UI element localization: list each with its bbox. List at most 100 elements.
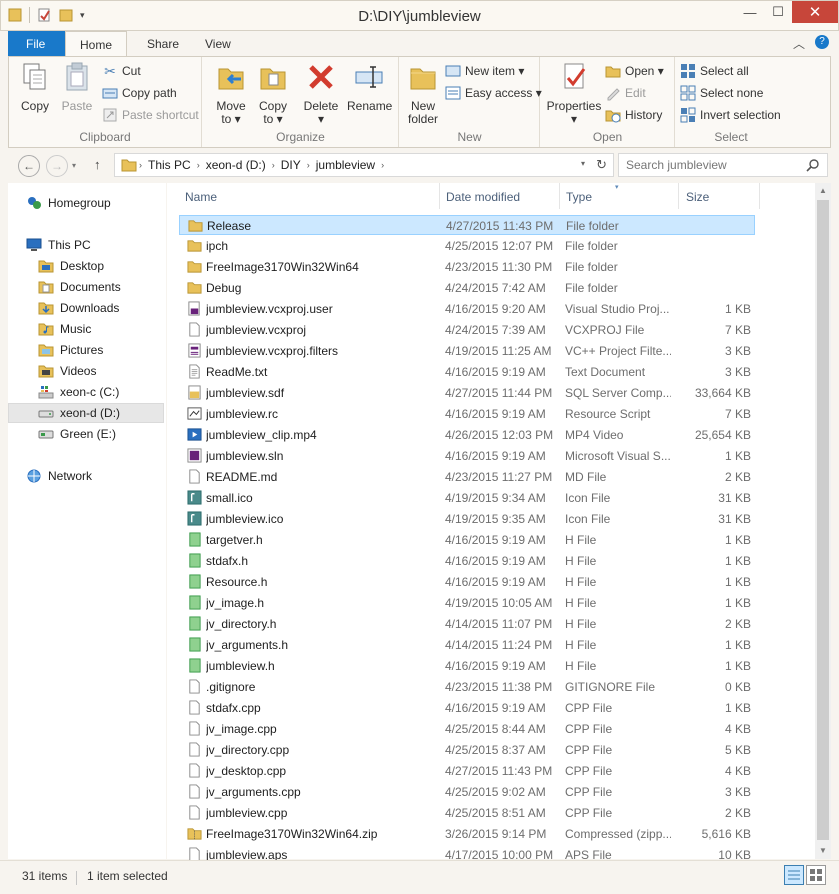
copy-button[interactable]: Copy: [17, 61, 53, 113]
column-divider[interactable]: [759, 183, 760, 209]
collapse-ribbon-icon[interactable]: ︿: [793, 35, 805, 52]
cut-button[interactable]: ✂ Cut: [102, 63, 141, 79]
file-row[interactable]: Release 4/27/2015 11:43 PM File folder: [179, 215, 755, 235]
tab-view[interactable]: View: [191, 31, 245, 56]
close-button[interactable]: ✕: [792, 1, 838, 23]
nav-item-videos[interactable]: Videos: [38, 361, 96, 381]
address-bar[interactable]: › This PC › xeon-d (D:) › DIY › jumblevi…: [114, 153, 614, 177]
easy-access-button[interactable]: Easy access ▾: [445, 85, 542, 101]
nav-item-network[interactable]: Network: [26, 466, 92, 486]
delete-button[interactable]: Delete ▾: [303, 61, 339, 126]
minimize-button[interactable]: —: [736, 1, 764, 23]
search-input[interactable]: Search jumbleview: [618, 153, 828, 177]
file-row[interactable]: targetver.h 4/16/2015 9:19 AM H File 1 KB: [179, 530, 755, 550]
large-icons-view-button[interactable]: [806, 865, 826, 885]
breadcrumb-jumbleview[interactable]: jumbleview: [312, 158, 379, 172]
nav-item-drive-e[interactable]: Green (E:): [38, 424, 116, 444]
scroll-down-icon[interactable]: ▼: [815, 843, 831, 859]
copy-to-button[interactable]: Copy to ▾: [255, 61, 291, 126]
nav-item-downloads[interactable]: Downloads: [38, 298, 119, 318]
move-to-button[interactable]: Move to ▾: [213, 61, 249, 126]
file-row[interactable]: ipch 4/25/2015 12:07 PM File folder: [179, 236, 755, 256]
breadcrumb-this-pc[interactable]: This PC: [144, 158, 195, 172]
refresh-icon[interactable]: ↻: [596, 157, 607, 173]
breadcrumb-drive-d[interactable]: xeon-d (D:): [202, 158, 270, 172]
tab-share[interactable]: Share: [133, 31, 193, 56]
nav-item-drive-d[interactable]: xeon-d (D:): [8, 403, 164, 423]
file-row[interactable]: Resource.h 4/16/2015 9:19 AM H File 1 KB: [179, 572, 755, 592]
file-row[interactable]: jv_arguments.cpp 4/25/2015 9:02 AM CPP Fil…: [179, 782, 755, 802]
file-row[interactable]: jv_image.cpp 4/25/2015 8:44 AM CPP File 4 K…: [179, 719, 755, 739]
file-row[interactable]: stdafx.cpp 4/16/2015 9:19 AM CPP File 1 KB: [179, 698, 755, 718]
nav-item-homegroup[interactable]: Homegroup: [26, 193, 111, 213]
column-header-size[interactable]: Size: [686, 190, 709, 204]
scroll-up-icon[interactable]: ▲: [815, 183, 831, 199]
open-button[interactable]: Open ▾: [605, 63, 664, 79]
file-row[interactable]: ReadMe.txt 4/16/2015 9:19 AM Text Document…: [179, 362, 755, 382]
details-view-button[interactable]: [784, 865, 804, 885]
vertical-scrollbar[interactable]: ▲ ▼: [815, 183, 831, 859]
column-header-type[interactable]: Type: [566, 190, 592, 204]
file-row[interactable]: jv_arguments.h 4/14/2015 11:24 PM H File 1 …: [179, 635, 755, 655]
file-row[interactable]: jumbleview.sdf 4/27/2015 11:44 PM SQL Serv…: [179, 383, 755, 403]
paste-button[interactable]: Paste: [59, 61, 95, 113]
nav-label: Desktop: [60, 259, 105, 273]
file-row[interactable]: .gitignore 4/23/2015 11:38 PM GITIGNORE Fi…: [179, 677, 755, 697]
file-row[interactable]: jumbleview_clip.mp4 4/26/2015 12:03 PM MP4…: [179, 425, 755, 445]
file-row[interactable]: README.md 4/23/2015 11:27 PM MD File 2 KB: [179, 467, 755, 487]
file-row[interactable]: jv_desktop.cpp 4/27/2015 11:43 PM CPP File…: [179, 761, 755, 781]
file-row[interactable]: jv_directory.cpp 4/25/2015 8:37 AM CPP Fil…: [179, 740, 755, 760]
file-row[interactable]: jv_image.h 4/19/2015 10:05 AM H File 1 KB: [179, 593, 755, 613]
file-row[interactable]: jumbleview.vcxproj.filters 4/19/2015 11:2…: [179, 341, 755, 361]
file-row[interactable]: Debug 4/24/2015 7:42 AM File folder: [179, 278, 755, 298]
nav-item-drive-c[interactable]: xeon-c (C:): [38, 382, 119, 402]
invert-selection-button[interactable]: Invert selection: [680, 107, 781, 123]
file-row[interactable]: jumbleview.sln 4/16/2015 9:19 AM Microsoft…: [179, 446, 755, 466]
file-row[interactable]: jumbleview.h 4/16/2015 9:19 AM H File 1 KB: [179, 656, 755, 676]
edit-button[interactable]: Edit: [605, 85, 646, 101]
select-all-button[interactable]: Select all: [680, 63, 749, 79]
new-folder-button[interactable]: New folder: [404, 61, 442, 126]
file-row[interactable]: FreeImage3170Win32Win64 4/23/2015 11:30 P…: [179, 257, 755, 277]
file-row[interactable]: small.ico 4/19/2015 9:34 AM Icon File 31 KB: [179, 488, 755, 508]
up-arrow-icon[interactable]: ↑: [94, 157, 101, 172]
nav-item-documents[interactable]: Documents: [38, 277, 121, 297]
column-divider[interactable]: [439, 183, 440, 209]
file-row[interactable]: stdafx.h 4/16/2015 9:19 AM H File 1 KB: [179, 551, 755, 571]
column-header-name[interactable]: Name: [185, 190, 217, 204]
file-row[interactable]: jumbleview.vcxproj 4/24/2015 7:39 AM VCXPR…: [179, 320, 755, 340]
nav-item-music[interactable]: Music: [38, 319, 91, 339]
file-row[interactable]: jumbleview.cpp 4/25/2015 8:51 AM CPP File 2…: [179, 803, 755, 823]
nav-item-this-pc[interactable]: This PC: [26, 235, 91, 255]
file-row[interactable]: FreeImage3170Win32Win64.zip 3/26/2015 9:1…: [179, 824, 755, 844]
rename-button[interactable]: Rename: [347, 61, 392, 113]
back-button[interactable]: ←: [18, 155, 40, 177]
scrollbar-thumb[interactable]: [817, 200, 829, 840]
recent-locations-icon[interactable]: ▾: [72, 161, 76, 170]
help-icon[interactable]: ?: [815, 35, 829, 49]
nav-label: Music: [60, 322, 92, 336]
tab-home[interactable]: Home: [65, 31, 128, 57]
nav-item-pictures[interactable]: Pictures: [38, 340, 103, 360]
ico-file-icon: [187, 490, 202, 505]
nav-item-desktop[interactable]: Desktop: [38, 256, 104, 276]
file-type: File folder: [566, 219, 619, 233]
file-row[interactable]: jumbleview.vcxproj.user 4/16/2015 9:20 AM…: [179, 299, 755, 319]
column-divider[interactable]: [559, 183, 560, 209]
file-row[interactable]: jumbleview.rc 4/16/2015 9:19 AM Resource S…: [179, 404, 755, 424]
select-none-button[interactable]: Select none: [680, 85, 763, 101]
file-row[interactable]: jv_directory.h 4/14/2015 11:07 PM H File 2 …: [179, 614, 755, 634]
tab-file[interactable]: File: [8, 31, 65, 56]
new-item-button[interactable]: New item ▾: [445, 63, 524, 79]
history-button[interactable]: History: [605, 107, 662, 123]
properties-button[interactable]: Properties ▾: [545, 61, 603, 126]
column-header-date-modified[interactable]: Date modified: [446, 190, 520, 204]
forward-button[interactable]: →: [46, 155, 68, 177]
address-dropdown-icon[interactable]: ▾: [581, 159, 585, 168]
copy-path-button[interactable]: Copy path: [102, 85, 177, 101]
maximize-button[interactable]: ☐: [764, 1, 792, 23]
paste-shortcut-button[interactable]: Paste shortcut: [102, 107, 199, 123]
breadcrumb-diy[interactable]: DIY: [277, 158, 305, 172]
column-divider[interactable]: [678, 183, 679, 209]
file-row[interactable]: jumbleview.ico 4/19/2015 9:35 AM Icon File…: [179, 509, 755, 529]
